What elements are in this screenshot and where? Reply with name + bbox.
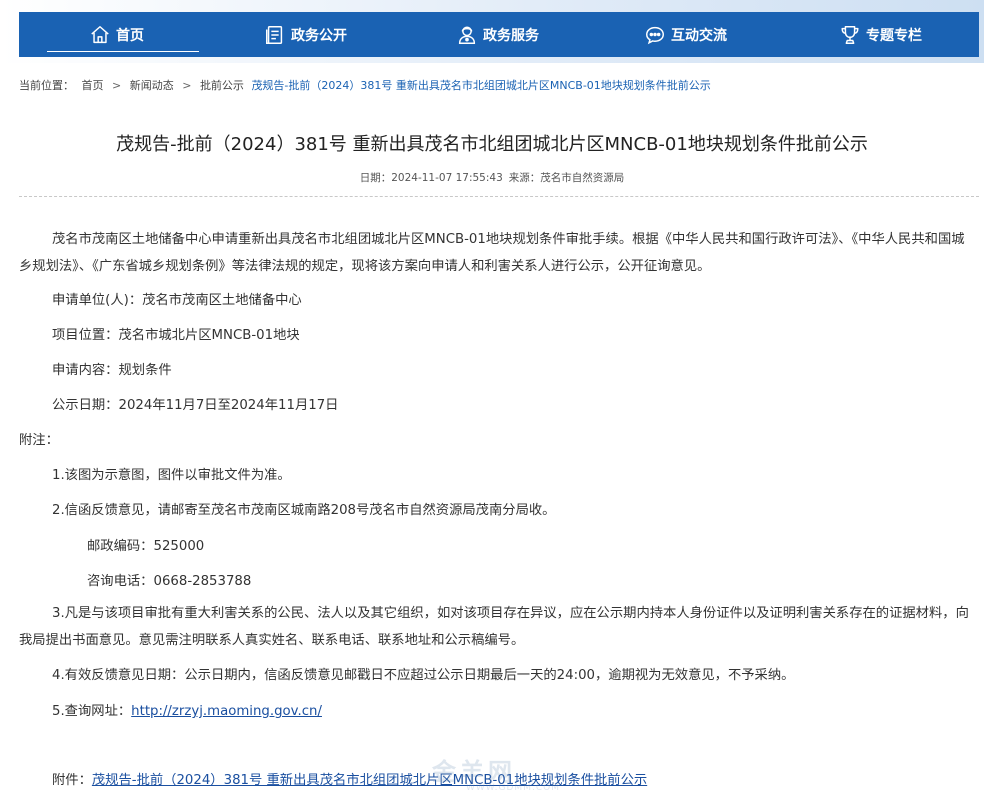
period-line: 公示日期：2024年11月7日至2024年11月17日	[52, 398, 339, 413]
location-line: 项目位置：茂名市城北片区MNCB-01地块	[52, 328, 300, 343]
note-2: 2.信函反馈意见，请邮寄至茂名市茂南区城南路208号茂名市自然资源局茂南分局收。	[52, 503, 556, 518]
breadcrumb-publicity[interactable]: 批前公示	[200, 79, 244, 92]
phone-line: 咨询电话：0668-2853788	[87, 574, 252, 589]
attachment-line: 附件：茂规告-批前（2024）381号 重新出具茂名市北组团城北片区MNCB-0…	[52, 769, 647, 788]
nav-gov-open[interactable]: 政务公开	[264, 12, 347, 57]
nav-gov-service[interactable]: 政务服务	[456, 12, 539, 57]
breadcrumb-news[interactable]: 新闻动态	[130, 79, 174, 92]
service-person-icon	[456, 24, 478, 46]
publish-date: 2024-11-07 17:55:43	[391, 172, 503, 184]
nav-home[interactable]: 首页	[47, 12, 199, 57]
date-label: 日期：	[359, 172, 392, 184]
note-3: 3.凡是与该项目审批有重大利害关系的公民、法人以及其它组织，如对该项目存在异议，…	[19, 606, 969, 648]
intro-paragraph: 茂名市茂南区土地储备中心申请重新出具茂名市北组团城北片区MNCB-01地块规划条…	[19, 232, 965, 274]
breadcrumb-current[interactable]: 茂规告-批前（2024）381号 重新出具茂名市北组团城北片区MNCB-01地块…	[251, 79, 710, 92]
breadcrumb-separator: >	[112, 79, 122, 92]
nav-special[interactable]: 专题专栏	[839, 12, 922, 57]
breadcrumb-separator: >	[182, 79, 192, 92]
article-meta: 日期：2024-11-07 17:55:43 来源：茂名市自然资源局	[0, 170, 984, 185]
page-title: 茂规告-批前（2024）381号 重新出具茂名市北组团城北片区MNCB-01地块…	[116, 134, 868, 155]
attachment-label: 附件：	[52, 773, 92, 788]
notes-heading: 附注：	[19, 433, 59, 448]
source-value: 茂名市自然资源局	[540, 172, 625, 184]
breadcrumb-prefix: 当前位置：	[19, 79, 74, 92]
nav-gov-open-label: 政务公开	[291, 27, 347, 44]
applicant-line: 申请单位(人)：茂名市茂南区土地储备中心	[52, 293, 302, 308]
chat-bubble-icon	[644, 24, 666, 46]
home-icon	[89, 24, 111, 46]
note-5-label: 5.查询网址：	[52, 704, 132, 719]
trophy-icon	[839, 24, 861, 46]
title-divider	[19, 196, 979, 197]
main-nav: 首页 政务公开 政务服务 互动交流 专题专栏	[19, 12, 979, 57]
note-4: 4.有效反馈意见日期：公示日期内，信函反馈意见邮戳日不应超过公示日期最后一天的2…	[52, 668, 795, 683]
breadcrumb: 当前位置： 首页 > 新闻动态 > 批前公示 茂规告-批前（2024）381号 …	[19, 77, 711, 93]
nav-gov-service-label: 政务服务	[483, 27, 539, 44]
breadcrumb-home[interactable]: 首页	[82, 79, 104, 92]
source-label: 来源：	[508, 172, 541, 184]
nav-interaction-label: 互动交流	[671, 27, 727, 44]
attachment-link[interactable]: 茂规告-批前（2024）381号 重新出具茂名市北组团城北片区MNCB-01地块…	[92, 773, 647, 788]
document-icon	[264, 24, 286, 46]
content-line: 申请内容：规划条件	[52, 363, 172, 378]
note-1: 1.该图为示意图，图件以审批文件为准。	[52, 468, 291, 483]
nav-home-label: 首页	[116, 27, 144, 44]
postcode-line: 邮政编码：525000	[87, 539, 205, 554]
nav-interaction[interactable]: 互动交流	[644, 12, 727, 57]
nav-special-label: 专题专栏	[866, 27, 922, 44]
note-5: 5.查询网址：http://zrzyj.maoming.gov.cn/	[52, 700, 322, 719]
query-url-link[interactable]: http://zrzyj.maoming.gov.cn/	[131, 704, 322, 719]
